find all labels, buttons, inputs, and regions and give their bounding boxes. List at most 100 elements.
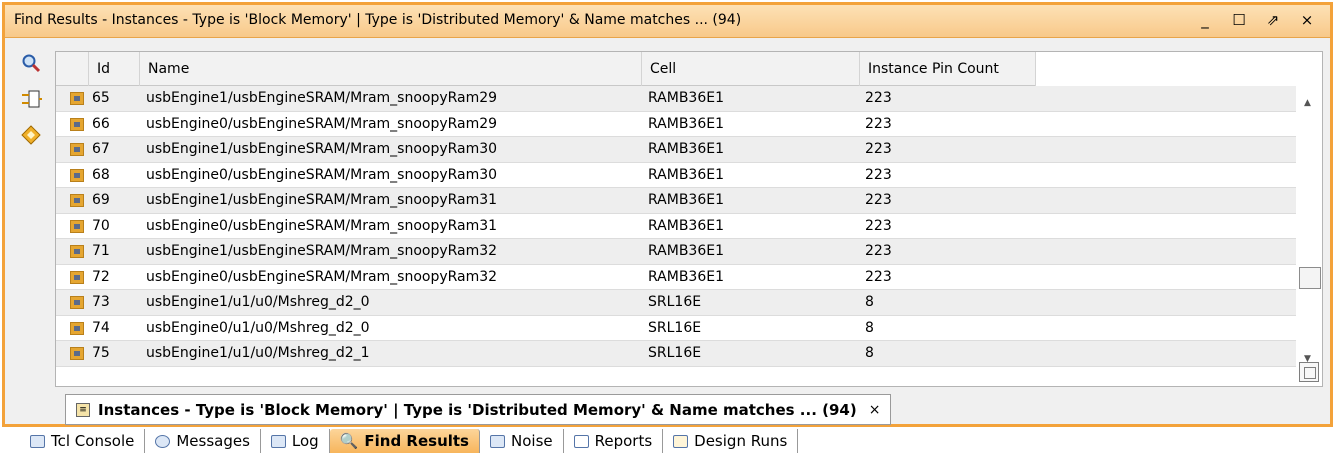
column-header-pin-count[interactable]: Instance Pin Count xyxy=(860,52,1036,86)
table-body: 65 usbEngine1/usbEngineSRAM/Mram_snoopyRa… xyxy=(56,86,1296,367)
side-toolbar xyxy=(5,39,50,424)
cell-pin-count: 223 xyxy=(865,90,892,106)
window-controls: _ ☐ ⇗ × xyxy=(1196,9,1316,31)
cell-type: RAMB36E1 xyxy=(648,166,724,183)
instance-icon xyxy=(70,194,84,207)
instance-icon xyxy=(70,270,84,284)
tab-label: Find Results xyxy=(364,432,469,450)
close-result-tab-icon[interactable]: × xyxy=(869,402,881,418)
cell-type: SRL16E xyxy=(648,294,702,310)
results-table: Id Name Cell Instance Pin Count 65 usbEng… xyxy=(55,51,1323,387)
table-row[interactable]: 66 usbEngine0/usbEngineSRAM/Mram_snoopyRa… xyxy=(56,112,1296,137)
column-header-id[interactable]: Id xyxy=(89,52,140,86)
table-row[interactable]: 75 usbEngine1/u1/u0/Mshreg_d2_1 SRL16E 8 xyxy=(56,341,1296,367)
find-results-icon: 🔍 xyxy=(339,432,359,450)
table-header: Id Name Cell Instance Pin Count xyxy=(56,52,1036,86)
cell-pin-count: 8 xyxy=(865,294,874,310)
cell-name: usbEngine0/usbEngineSRAM/Mram_snoopyRam2… xyxy=(146,115,498,132)
tab-messages[interactable]: Messages xyxy=(145,429,261,453)
cell-name: usbEngine0/u1/u0/Mshreg_d2_0 xyxy=(146,319,370,336)
cell-id: 69 xyxy=(92,192,110,208)
table-row[interactable]: 67 usbEngine1/usbEngineSRAM/Mram_snoopyRa… xyxy=(56,137,1296,163)
cell-type: RAMB36E1 xyxy=(648,141,724,157)
messages-icon xyxy=(155,434,171,448)
close-icon[interactable]: × xyxy=(1298,9,1316,31)
cell-name: usbEngine1/usbEngineSRAM/Mram_snoopyRam3… xyxy=(146,243,498,259)
cell-id: 67 xyxy=(92,141,110,157)
table-row[interactable]: 71 usbEngine1/usbEngineSRAM/Mram_snoopyRa… xyxy=(56,239,1296,265)
title-bar[interactable]: Find Results - Instances - Type is 'Bloc… xyxy=(5,5,1330,38)
minimize-icon[interactable]: _ xyxy=(1196,9,1214,31)
properties-icon[interactable] xyxy=(19,123,43,147)
cell-id: 74 xyxy=(92,319,110,336)
design-runs-icon xyxy=(673,434,689,448)
float-icon[interactable]: ⇗ xyxy=(1264,9,1282,31)
maximize-icon[interactable]: ☐ xyxy=(1230,9,1248,31)
cell-type: SRL16E xyxy=(648,319,702,336)
tab-noise[interactable]: Noise xyxy=(480,429,564,453)
instance-icon xyxy=(70,296,84,309)
cell-name: usbEngine1/usbEngineSRAM/Mram_snoopyRam3… xyxy=(146,192,498,208)
instance-icon xyxy=(70,245,84,258)
cell-pin-count: 223 xyxy=(865,192,892,208)
tab-label: Design Runs xyxy=(694,432,788,450)
log-icon xyxy=(270,434,286,448)
cell-name: usbEngine1/usbEngineSRAM/Mram_snoopyRam2… xyxy=(146,90,498,106)
instance-icon xyxy=(70,143,84,156)
instance-icon xyxy=(70,168,84,182)
instance-icon xyxy=(70,347,84,360)
tab-label: Messages xyxy=(176,432,250,450)
tab-label: Log xyxy=(291,432,319,450)
scroll-thumb[interactable] xyxy=(1299,267,1321,289)
column-header-cell[interactable]: Cell xyxy=(642,52,860,86)
cell-name: usbEngine1/u1/u0/Mshreg_d2_1 xyxy=(146,345,370,361)
cell-id: 66 xyxy=(92,115,110,132)
cell-type: RAMB36E1 xyxy=(648,115,724,132)
cell-name: usbEngine0/usbEngineSRAM/Mram_snoopyRam3… xyxy=(146,268,498,285)
cell-type: RAMB36E1 xyxy=(648,192,724,208)
results-tab-icon: ≡ xyxy=(76,402,90,417)
cell-id: 65 xyxy=(92,90,110,106)
cell-name: usbEngine1/usbEngineSRAM/Mram_snoopyRam3… xyxy=(146,141,498,157)
instance-icon xyxy=(70,92,84,105)
table-row[interactable]: 74 usbEngine0/u1/u0/Mshreg_d2_0 SRL16E 8 xyxy=(56,316,1296,341)
tab-reports[interactable]: Reports xyxy=(564,429,664,453)
scroll-up-icon[interactable]: ▲ xyxy=(1304,98,1311,108)
table-row[interactable]: 73 usbEngine1/u1/u0/Mshreg_d2_0 SRL16E 8 xyxy=(56,290,1296,316)
cell-id: 68 xyxy=(92,166,110,183)
instance-icon xyxy=(70,117,84,131)
cell-type: RAMB36E1 xyxy=(648,268,724,285)
table-row[interactable]: 65 usbEngine1/usbEngineSRAM/Mram_snoopyRa… xyxy=(56,86,1296,112)
table-row[interactable]: 68 usbEngine0/usbEngineSRAM/Mram_snoopyRa… xyxy=(56,163,1296,188)
instance-icon xyxy=(70,219,84,233)
schematic-icon[interactable] xyxy=(19,87,43,111)
tab-label: Noise xyxy=(511,432,553,450)
cell-pin-count: 223 xyxy=(865,166,892,183)
tab-log[interactable]: Log xyxy=(261,429,330,453)
find-result-tab[interactable]: ≡ Instances - Type is 'Block Memory' | T… xyxy=(65,394,892,425)
vertical-scrollbar[interactable]: ▲ ▼ xyxy=(1296,86,1322,386)
find-results-window: Find Results - Instances - Type is 'Bloc… xyxy=(2,2,1333,427)
cell-pin-count: 223 xyxy=(865,243,892,259)
table-row[interactable]: 69 usbEngine1/usbEngineSRAM/Mram_snoopyRa… xyxy=(56,188,1296,214)
column-header-name[interactable]: Name xyxy=(140,52,642,86)
cell-type: RAMB36E1 xyxy=(648,90,724,106)
tab-tcl-console[interactable]: Tcl Console xyxy=(20,429,146,453)
window-title: Find Results - Instances - Type is 'Bloc… xyxy=(14,12,742,28)
cell-id: 71 xyxy=(92,243,110,259)
table-row[interactable]: 70 usbEngine0/usbEngineSRAM/Mram_snoopyRa… xyxy=(56,214,1296,239)
cell-pin-count: 8 xyxy=(865,345,874,361)
cell-type: SRL16E xyxy=(648,345,702,361)
table-row[interactable]: 72 usbEngine0/usbEngineSRAM/Mram_snoopyRa… xyxy=(56,265,1296,290)
cell-type: RAMB36E1 xyxy=(648,217,724,234)
cell-pin-count: 223 xyxy=(865,268,892,285)
column-chooser-icon[interactable] xyxy=(1299,362,1319,382)
cell-id: 73 xyxy=(92,294,110,310)
cell-pin-count: 223 xyxy=(865,141,892,157)
bottom-tab-bar: Tcl Console Messages Log 🔍 Find Results N… xyxy=(20,429,1335,453)
tab-design-runs[interactable]: Design Runs xyxy=(663,429,799,453)
tab-find-results[interactable]: 🔍 Find Results xyxy=(329,429,480,453)
instance-icon xyxy=(70,321,84,335)
tab-label: Tcl Console xyxy=(51,432,135,450)
search-icon[interactable] xyxy=(19,51,43,75)
